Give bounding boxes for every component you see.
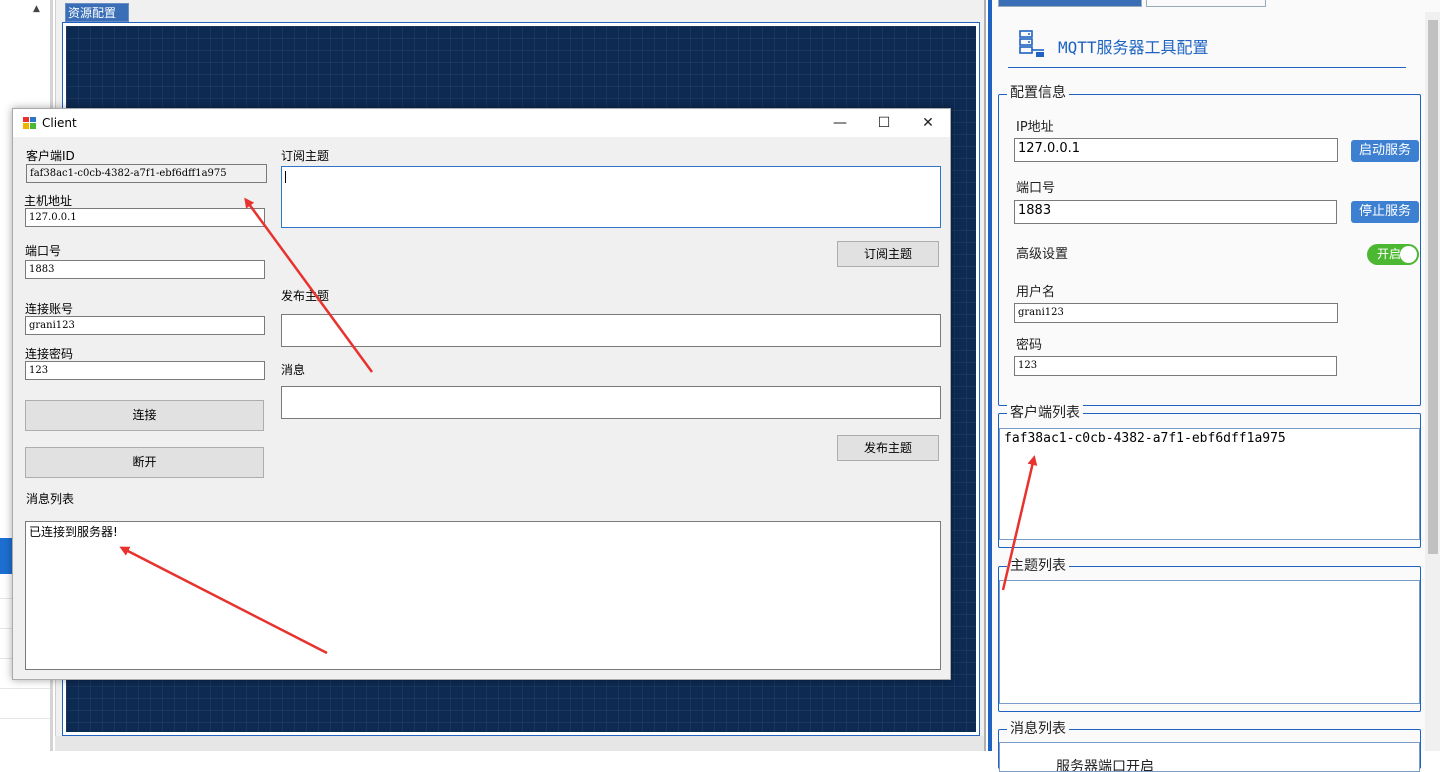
scroll-up-arrow-icon[interactable]: ▲	[33, 4, 40, 14]
username-label: 用户名	[1016, 285, 1056, 300]
scrollbar-thumb[interactable]	[1428, 20, 1438, 554]
message-line: 已连接到服务器!	[29, 525, 118, 539]
client-window: Client — ☐ ✕ 客户端ID faf38ac1-c0cb-4382-a7…	[12, 108, 951, 680]
message-label: 消息	[281, 363, 306, 377]
toggle-label: 开启	[1377, 247, 1402, 261]
window-title: Client	[42, 116, 77, 130]
client-id-field: faf38ac1-c0cb-4382-a7f1-ebf6dff1a975	[26, 164, 267, 183]
subscribe-topic-label: 订阅主题	[281, 149, 330, 163]
port-input[interactable]: 1883	[25, 260, 265, 279]
advanced-toggle[interactable]: 开启	[1367, 244, 1419, 265]
client-id-label: 客户端ID	[26, 149, 75, 163]
publish-button[interactable]: 发布主题	[837, 435, 939, 461]
pane-splitter[interactable]	[984, 0, 986, 751]
password-input[interactable]: 123	[1014, 356, 1337, 376]
port-label: 端口号	[25, 244, 62, 258]
subscribe-topic-input[interactable]	[281, 166, 941, 228]
port-label: 端口号	[1016, 181, 1056, 196]
publish-topic-input[interactable]	[281, 314, 941, 347]
config-panel-tabs	[998, 0, 1273, 7]
list-item: 服务器端口开启	[1056, 759, 1154, 772]
selected-row-marker	[0, 538, 12, 574]
password-label: 连接密码	[25, 347, 74, 361]
config-title: MQTT服务器工具配置	[1058, 38, 1209, 57]
window-titlebar[interactable]: Client — ☐ ✕	[13, 109, 950, 137]
port-input[interactable]: 1883	[1014, 200, 1337, 224]
server-message-listbox[interactable]: 服务器端口开启	[999, 742, 1420, 772]
title-underline	[1008, 67, 1406, 68]
ip-label: IP地址	[1016, 120, 1054, 135]
topic-list-group-label: 主题列表	[1007, 555, 1069, 575]
message-list-box[interactable]: 已连接到服务器!	[25, 521, 941, 670]
text-caret	[285, 171, 286, 183]
subscribe-button[interactable]: 订阅主题	[837, 241, 939, 267]
publish-topic-label: 发布主题	[281, 289, 330, 303]
message-list-label: 消息列表	[26, 492, 75, 506]
message-list-group-label: 消息列表	[1007, 718, 1069, 738]
tab-server-output[interactable]	[1146, 0, 1266, 7]
topic-listbox[interactable]	[999, 580, 1420, 704]
tab-resource-config[interactable]: 资源配置	[65, 3, 129, 22]
account-input[interactable]: grani123	[25, 316, 265, 335]
connect-button[interactable]: 连接	[25, 400, 264, 431]
client-listbox[interactable]: faf38ac1-c0cb-4382-a7f1-ebf6dff1a975	[999, 428, 1420, 540]
stop-service-button[interactable]: 停止服务	[1351, 201, 1419, 223]
app-icon	[23, 117, 36, 129]
server-icon	[1019, 30, 1044, 57]
username-input[interactable]: grani123	[1014, 303, 1338, 323]
designer-scrollbar[interactable]	[55, 736, 985, 751]
maximize-icon[interactable]: ☐	[862, 109, 906, 137]
grid-divider	[0, 688, 50, 689]
toggle-knob	[1400, 246, 1417, 263]
close-icon[interactable]: ✕	[906, 109, 950, 137]
tab-server-config[interactable]	[998, 0, 1142, 7]
password-label: 密码	[1016, 338, 1043, 353]
password-input[interactable]: 123	[25, 361, 265, 380]
account-label: 连接账号	[25, 302, 74, 316]
start-service-button[interactable]: 启动服务	[1351, 140, 1419, 162]
config-group-label: 配置信息	[1007, 82, 1069, 102]
host-label: 主机地址	[24, 194, 73, 208]
client-list-group-label: 客户端列表	[1007, 402, 1083, 422]
grid-divider	[0, 718, 50, 719]
minimize-icon[interactable]: —	[818, 109, 862, 137]
advanced-settings-label: 高级设置	[1016, 247, 1069, 262]
list-item[interactable]: faf38ac1-c0cb-4382-a7f1-ebf6dff1a975	[1004, 431, 1286, 446]
host-input[interactable]: 127.0.0.1	[25, 208, 265, 227]
message-input[interactable]	[281, 386, 941, 419]
disconnect-button[interactable]: 断开	[25, 447, 264, 478]
ip-input[interactable]: 127.0.0.1	[1014, 138, 1338, 162]
